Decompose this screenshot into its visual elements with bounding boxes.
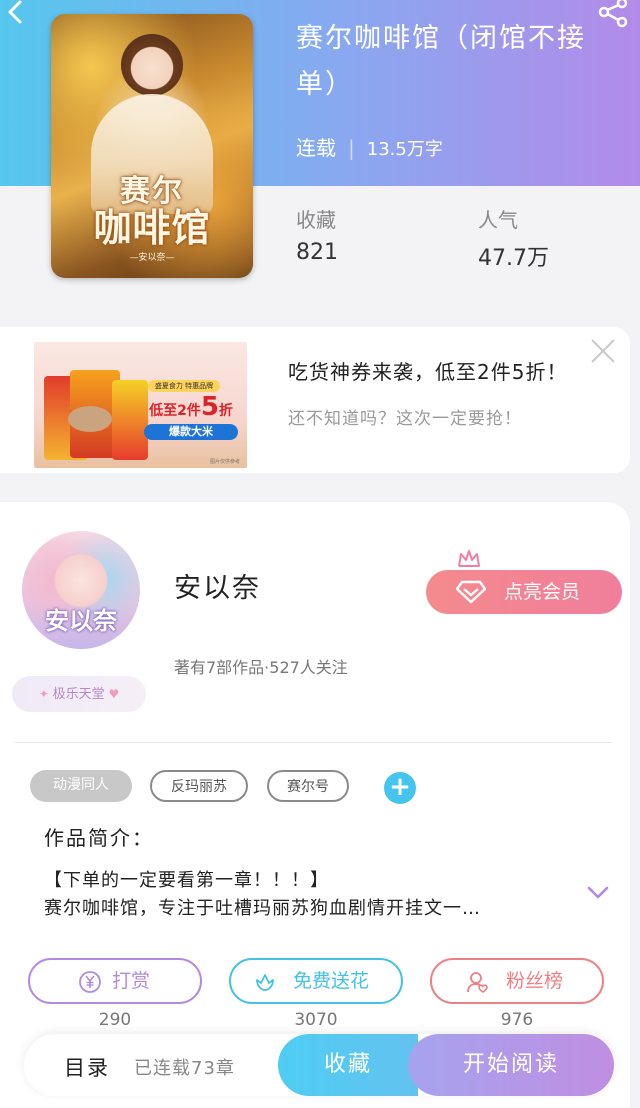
yen-icon [79,971,101,993]
flower-icon [256,974,274,991]
chevron-down-icon[interactable] [586,884,610,902]
chapter-count[interactable]: 已连载73章 [134,1054,235,1080]
intro-text-line: 赛尔咖啡馆，专注于吐槽玛丽苏狗血剧情开挂文一… [44,898,481,919]
ad-discount-text: 低至2件5折 [149,392,233,422]
start-reading-button[interactable]: 开始阅读 [408,1034,614,1096]
rice-bowl-image [68,406,112,432]
ad-disclaimer: 图片仅供参考 [210,459,241,465]
ad-image[interactable]: 盛夏食力 特惠品牌 低至2件5折 爆款大米 图片仅供参考 [34,342,247,468]
book-title: 赛尔咖啡馆（闭馆不接单） [296,23,586,100]
book-status-line: 连载 | 13.5万字 [296,132,443,161]
serial-status: 连载 [296,136,336,160]
word-count: 13.5万字 [366,139,443,160]
author-meta: 著有7部作品·527人关注 [174,658,348,677]
ad-promo-tag: 盛夏食力 特惠品牌 [148,380,220,392]
toc-button[interactable]: 目录 [64,1052,110,1082]
ad-product-tag: 爆款大米 [144,424,238,440]
popularity-label: 人气 [478,208,518,232]
popularity-value: 47.7万 [478,246,549,271]
crown-icon [456,548,482,570]
fans-rank-button[interactable]: 粉丝榜 [430,958,604,1004]
fans-rank-label: 粉丝榜 [506,970,564,992]
rice-bag-image [112,380,148,460]
cover-character [121,34,183,96]
diamond-icon [456,580,486,604]
close-icon[interactable] [588,336,618,366]
status-separator: | [348,136,355,160]
send-flower-button[interactable]: 免费送花 [229,958,403,1004]
fans-count: 976 [500,1010,534,1030]
author-badge: ✦ 极乐天堂 ♥ [12,676,146,712]
intro-label: 作品简介： [44,826,154,850]
heart-icon: ♥ [104,687,120,701]
vip-label: 点亮会员 [504,581,581,603]
back-icon[interactable] [2,0,32,28]
tag-chip[interactable]: 动漫同人 [30,770,132,802]
favorites-label: 收藏 [296,208,336,232]
favorites-value: 821 [296,240,338,265]
intro-text-line: 【下单的一定要看第一章！！！】 [44,870,329,891]
star-icon: ✦ [38,687,53,701]
tag-chip[interactable]: 赛尔号 [267,770,349,802]
cover-author: —安以奈— [129,253,175,263]
book-cover[interactable]: 赛尔 咖啡馆 —安以奈— [51,14,253,278]
share-icon[interactable] [596,0,630,28]
ad-subtitle: 还不知道吗？这次一定要抢！ [288,409,522,429]
tip-button[interactable]: 打赏 [28,958,202,1004]
cover-title: 赛尔 咖啡馆 [93,174,211,250]
add-tag-button[interactable]: + [384,772,416,804]
send-flower-label: 免费送花 [293,970,370,992]
tag-chip[interactable]: 反玛丽苏 [150,770,248,802]
flower-count: 3070 [294,1010,338,1030]
author-avatar[interactable]: 安以奈 [22,531,140,649]
fans-icon [467,972,488,993]
tip-count: 290 [98,1010,132,1030]
author-name[interactable]: 安以奈 [174,566,261,605]
avatar-signature: 安以奈 [45,607,117,635]
divider [14,742,612,743]
add-favorite-button[interactable]: 收藏 [278,1034,418,1096]
vip-button[interactable]: 点亮会员 [426,570,622,614]
ad-title[interactable]: 吃货神券来袭，低至2件5折！ [288,356,567,385]
tip-label: 打赏 [112,970,151,992]
